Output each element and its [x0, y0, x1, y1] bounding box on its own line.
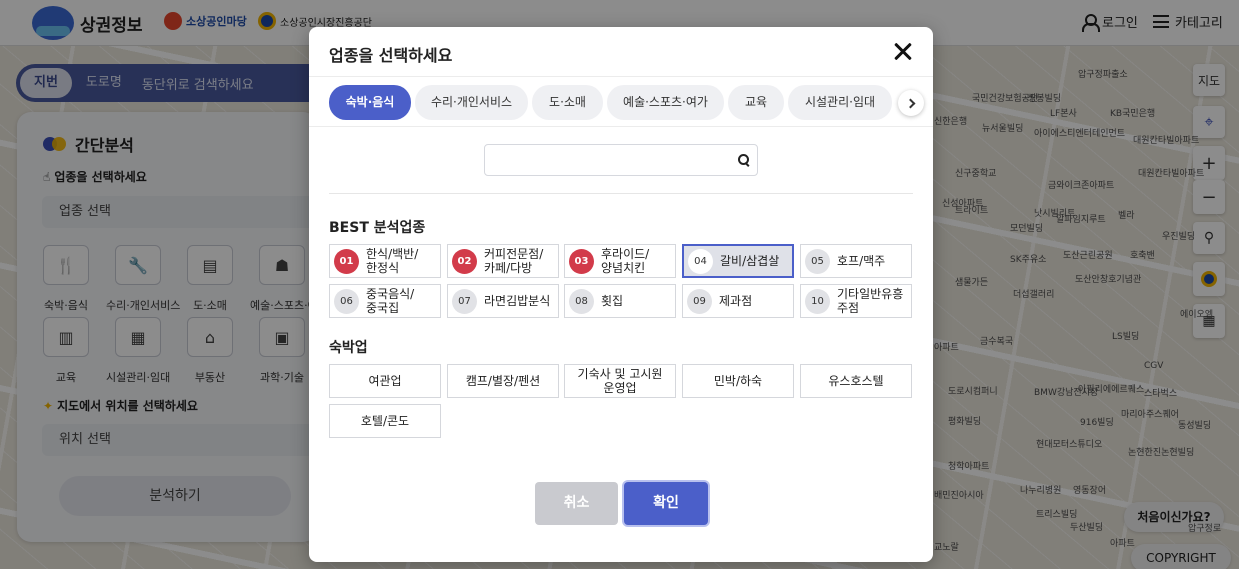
rank-badge: 10	[805, 288, 830, 314]
lodging-business-card[interactable]: 민박/하숙	[682, 364, 794, 398]
business-select-modal: 업종을 선택하세요 숙박·음식 수리·개인서비스 도·소매 예술·스포츠·여가 …	[309, 27, 933, 562]
best-business-card[interactable]: 04 갈비/삼겹살	[682, 244, 794, 278]
lodging-business-card[interactable]: 캠프/별장/펜션	[447, 364, 559, 398]
lodging-business-card[interactable]: 유스호스텔	[800, 364, 912, 398]
tab-repair-service[interactable]: 수리·개인서비스	[415, 85, 528, 120]
rank-badge: 05	[805, 248, 830, 274]
best-business-card[interactable]: 01 한식/백반/ 한정식	[329, 244, 441, 278]
best-business-card[interactable]: 03 후라이드/ 양념치킨	[564, 244, 676, 278]
business-name: 제과점	[719, 294, 753, 308]
business-name: 중국음식/ 중국집	[366, 287, 415, 315]
search-icon[interactable]	[738, 154, 750, 166]
rank-badge: 01	[334, 248, 359, 274]
chevron-right-icon	[905, 98, 915, 108]
best-business-card[interactable]: 07 라면김밥분식	[447, 284, 559, 318]
best-business-card[interactable]: 02 커피전문점/ 카페/다방	[447, 244, 559, 278]
business-name: 한식/백반/ 한정식	[366, 247, 419, 275]
business-name: 후라이드/ 양념치킨	[601, 247, 650, 275]
tab-art-sports[interactable]: 예술·스포츠·여가	[607, 85, 724, 120]
best-business-card[interactable]: 08 횟집	[564, 284, 676, 318]
business-search-input[interactable]	[484, 144, 758, 176]
rank-badge: 06	[334, 288, 359, 314]
rank-badge: 02	[452, 248, 477, 274]
tab-education[interactable]: 교육	[728, 85, 784, 120]
business-name: 횟집	[601, 294, 624, 308]
best-business-card[interactable]: 06 중국음식/ 중국집	[329, 284, 441, 318]
tabs-next-button[interactable]	[898, 90, 924, 116]
business-name: 갈비/삼겹살	[720, 254, 780, 268]
tab-retail[interactable]: 도·소매	[532, 85, 603, 120]
cancel-button[interactable]: 취소	[535, 482, 618, 525]
best-business-card[interactable]: 05 호프/맥주	[800, 244, 912, 278]
rank-badge: 09	[687, 288, 712, 314]
business-name: 라면김밥분식	[484, 294, 551, 308]
modal-header: 업종을 선택하세요	[309, 27, 933, 77]
tab-facility-rental[interactable]: 시설관리·임대	[788, 85, 892, 120]
rank-badge: 03	[569, 248, 594, 274]
divider	[329, 193, 913, 194]
best-business-card[interactable]: 10 기타일반유흥 주점	[800, 284, 912, 318]
rank-badge: 07	[452, 288, 477, 314]
business-name: 호프/맥주	[837, 254, 886, 268]
rank-badge: 08	[569, 288, 594, 314]
tab-lodging-food[interactable]: 숙박·음식	[329, 85, 411, 120]
modal-title: 업종을 선택하세요	[329, 46, 453, 65]
business-name: 커피전문점/ 카페/다방	[484, 247, 544, 275]
rank-badge: 04	[688, 248, 713, 274]
lodging-business-card[interactable]: 여관업	[329, 364, 441, 398]
lodging-business-card[interactable]: 기숙사 및 고시원 운영업	[564, 364, 676, 398]
lodging-heading: 숙박업	[329, 340, 368, 356]
business-name: 기타일반유흥 주점	[837, 287, 904, 315]
lodging-business-card[interactable]: 호텔/콘도	[329, 404, 441, 438]
best-business-card[interactable]: 09 제과점	[682, 284, 794, 318]
best-heading: BEST 분석업종	[329, 220, 426, 236]
category-tabs: 숙박·음식 수리·개인서비스 도·소매 예술·스포츠·여가 교육 시설관리·임대	[309, 77, 933, 127]
confirm-button[interactable]: 확인	[624, 482, 708, 525]
close-icon[interactable]	[891, 40, 915, 64]
